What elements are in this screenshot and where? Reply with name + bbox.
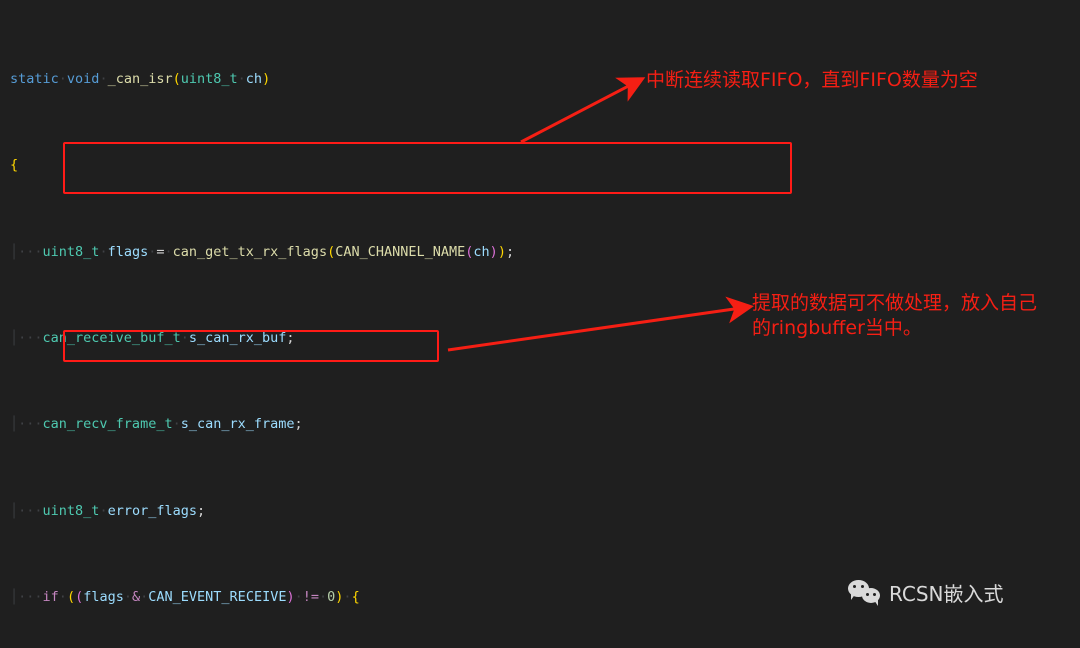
code-line: │···uint8_t·error_flags; — [10, 502, 206, 519]
annotation-note-ringbuffer: 提取的数据可不做处理，放入自己 的ringbuffer当中。 — [752, 292, 1038, 339]
code-line: { — [10, 157, 19, 174]
annotation-note-fifo-read: 中断连续读取FIFO，直到FIFO数量为空 — [646, 69, 978, 91]
wechat-icon — [848, 579, 882, 606]
code-line: │···can_recv_frame_t·s_can_rx_frame; — [10, 416, 303, 433]
watermark: RCSN嵌入式 — [848, 578, 1004, 607]
watermark-label: RCSN嵌入式 — [889, 582, 1004, 606]
code-line: │···uint8_t·flags·=·can_get_tx_rx_flags(… — [10, 243, 515, 260]
code-screenshot: static·void·_can_isr(uint8_t·ch) { │···u… — [0, 0, 1080, 648]
